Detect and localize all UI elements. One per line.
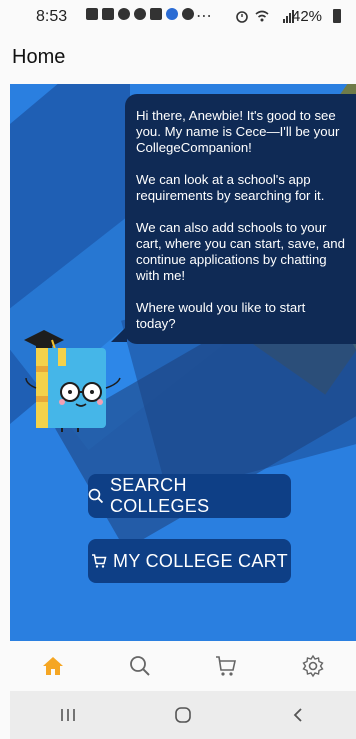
more-notifications-icon: ⋯ xyxy=(196,8,213,25)
system-nav-bar xyxy=(10,691,356,739)
app-screen: 8:53 ⋯ 42% Home Hi there, Anewbie! It's … xyxy=(0,0,356,739)
recents-icon xyxy=(60,709,75,721)
status-time: 8:53 xyxy=(36,8,68,25)
app-header: Home xyxy=(0,36,356,84)
app-icon xyxy=(118,8,130,20)
nav-home[interactable] xyxy=(33,646,73,686)
gallery-icon xyxy=(86,8,98,20)
cart-icon xyxy=(216,656,237,676)
wifi-icon xyxy=(255,10,269,22)
search-colleges-label: SEARCH COLLEGES xyxy=(109,475,210,516)
chat-bubble: Hi there, Anewbie! It's good to see you.… xyxy=(111,94,356,344)
chat-cart-info: We can also add schools to your cart, wh… xyxy=(136,220,345,283)
back-icon xyxy=(294,708,302,722)
page-title: Home xyxy=(12,46,66,68)
home-circle-icon xyxy=(175,707,191,723)
settings-icon xyxy=(302,654,324,678)
chat-prompt: Where would you like to start today? xyxy=(136,300,306,331)
search-icon xyxy=(88,488,104,504)
system-status-icons xyxy=(235,9,297,23)
chat-search-info: We can look at a school's app requiremen… xyxy=(136,172,325,203)
message-icon xyxy=(102,8,114,20)
search-icon xyxy=(129,656,150,676)
recents-button[interactable] xyxy=(48,695,88,735)
home-icon xyxy=(43,657,64,675)
notification-icons xyxy=(86,8,194,20)
battery-percent: 42% xyxy=(292,8,323,25)
instagram-icon xyxy=(134,8,146,20)
my-college-cart-button[interactable]: MY COLLEGE CART xyxy=(88,539,291,583)
sync-icon xyxy=(166,8,178,20)
my-college-cart-label: MY COLLEGE CART xyxy=(113,550,288,571)
chat-greeting: Hi there, Anewbie! It's good to see you.… xyxy=(136,108,340,155)
book-mascot-icon xyxy=(24,330,121,432)
system-home-button[interactable] xyxy=(163,695,203,735)
nav-search[interactable] xyxy=(120,646,160,686)
status-bar: 8:53 ⋯ 42% xyxy=(0,0,356,36)
nav-settings[interactable] xyxy=(293,646,333,686)
battery-icon xyxy=(333,9,341,23)
alarm-icon xyxy=(236,11,248,23)
cart-icon xyxy=(92,554,107,568)
bottom-nav xyxy=(10,641,356,691)
search-colleges-button[interactable]: SEARCH COLLEGES xyxy=(88,474,291,518)
settings-notification-icon xyxy=(182,8,194,20)
back-button[interactable] xyxy=(278,695,318,735)
home-hero: Hi there, Anewbie! It's good to see you.… xyxy=(10,84,356,641)
voicemail-icon xyxy=(150,8,162,20)
nav-cart[interactable] xyxy=(206,646,246,686)
